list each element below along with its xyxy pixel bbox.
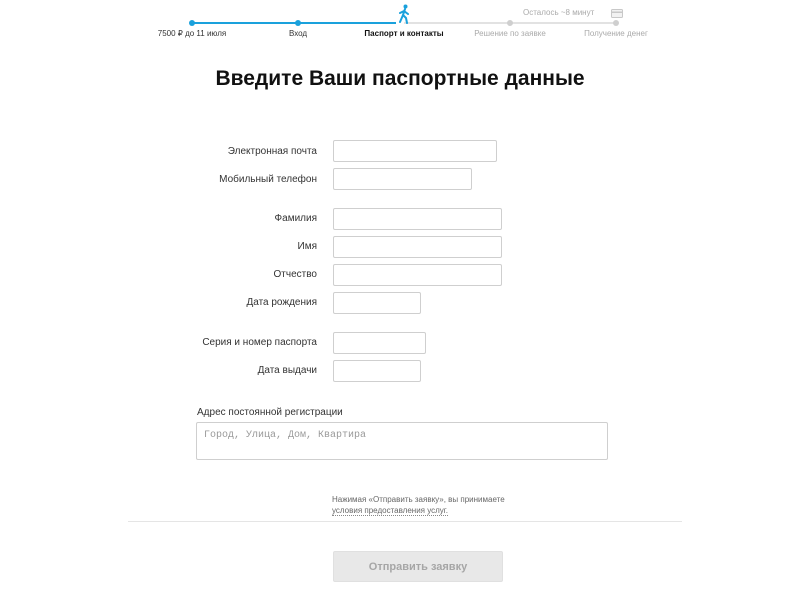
step-label-amount: 7500 ₽ до 11 июля xyxy=(157,29,227,38)
passport-label: Серия и номер паспорта xyxy=(202,337,317,348)
step-label-passport: Паспорт и контакты xyxy=(364,29,444,38)
step-dot-login xyxy=(295,20,301,26)
step-dot-amount xyxy=(189,20,195,26)
page-title: Введите Ваши паспортные данные xyxy=(215,67,585,90)
address-label: Адрес постоянной регистрации xyxy=(197,407,343,418)
time-remaining: Осталось ~8 минут xyxy=(523,8,595,17)
issue-date-field[interactable] xyxy=(333,360,421,382)
progress-line-done xyxy=(192,22,396,24)
progress-stepper: Осталось ~8 минут 7500 ₽ до 11 июля Вход… xyxy=(0,0,800,45)
phone-field[interactable] xyxy=(333,168,472,190)
surname-field[interactable] xyxy=(333,208,502,230)
consent-notice: Нажимая «Отправить заявку», вы принимает… xyxy=(332,494,505,516)
divider xyxy=(128,521,682,522)
birthdate-label: Дата рождения xyxy=(246,297,317,308)
walker-icon xyxy=(399,4,409,24)
name-label: Имя xyxy=(297,241,317,252)
step-label-payout: Получение денег xyxy=(584,29,648,38)
passport-number-field[interactable] xyxy=(333,332,426,354)
birthdate-field[interactable] xyxy=(333,292,421,314)
email-label: Электронная почта xyxy=(227,146,317,157)
step-dot-payout xyxy=(613,20,619,26)
phone-label: Мобильный телефон xyxy=(219,174,317,185)
email-field[interactable] xyxy=(333,140,497,162)
step-dot-decision xyxy=(507,20,513,26)
consent-text: Нажимая «Отправить заявку», вы принимает… xyxy=(332,495,505,504)
terms-link[interactable]: условия предоставления услуг. xyxy=(332,506,448,516)
name-field[interactable] xyxy=(333,236,502,258)
patronymic-field[interactable] xyxy=(333,264,502,286)
issue-date-label: Дата выдачи xyxy=(257,365,317,376)
step-label-login: Вход xyxy=(288,29,308,38)
surname-label: Фамилия xyxy=(274,213,317,224)
card-icon xyxy=(611,9,623,18)
step-label-decision: Решение по заявке xyxy=(474,29,546,38)
patronymic-label: Отчество xyxy=(273,269,317,280)
address-field[interactable] xyxy=(196,422,608,460)
submit-button[interactable]: Отправить заявку xyxy=(333,551,503,582)
